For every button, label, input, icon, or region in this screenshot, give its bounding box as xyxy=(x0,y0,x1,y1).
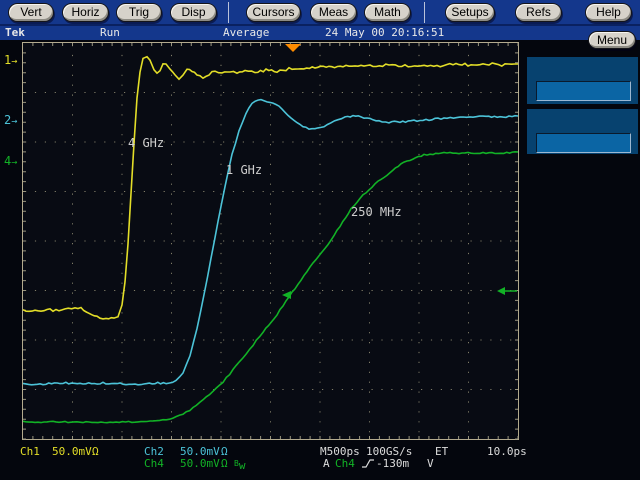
channel-ref-arrow-icon: → xyxy=(11,56,17,67)
trace-label-1ghz: 1 GHz xyxy=(226,164,262,177)
menu-button-meas[interactable]: Meas xyxy=(310,3,357,22)
trigger-source[interactable]: Ch4 xyxy=(335,458,355,469)
menu-button-trig[interactable]: Trig xyxy=(116,3,162,22)
trace-label-4ghz: 4 GHz xyxy=(128,137,164,150)
ch2-label[interactable]: Ch2 xyxy=(144,446,164,457)
acquisition-state: Run xyxy=(100,27,120,39)
horizontal-resolution: 10.0ps xyxy=(487,446,527,457)
menu-button-disp[interactable]: Disp xyxy=(170,3,217,22)
menu-button[interactable]: Menu xyxy=(588,31,636,49)
menu-group-divider xyxy=(228,2,229,23)
trigger-level-arrow[interactable] xyxy=(497,287,505,295)
sampling-mode: ET xyxy=(435,446,448,457)
menu-bar-divider xyxy=(0,24,640,26)
trigger-level-unit: V xyxy=(427,458,434,469)
trigger-point-marker xyxy=(282,291,291,299)
menu-group-divider xyxy=(424,2,425,23)
channel-2-ref-marker[interactable]: 2→ xyxy=(4,114,17,128)
ch1-scale: 50.0mV xyxy=(52,446,92,457)
menu-button-setups[interactable]: Setups xyxy=(445,3,495,22)
acquisition-mode: Average xyxy=(223,27,269,39)
ch1-label[interactable]: Ch1 xyxy=(20,446,40,457)
ch4-bandwidth-limit: Bw xyxy=(234,458,245,471)
softkey-field-2[interactable] xyxy=(536,133,631,153)
trace-ch1 xyxy=(23,57,518,319)
menu-button-math[interactable]: Math xyxy=(364,3,411,22)
graticule: 4 GHz 1 GHz 250 MHz xyxy=(22,42,519,440)
menu-button-vert[interactable]: Vert xyxy=(8,3,54,22)
datetime: 24 May 00 20:16:51 xyxy=(325,27,444,39)
menu-bar: Vert Horiz Trig Disp Cursors Meas Math S… xyxy=(0,0,640,40)
menu-button-refs[interactable]: Refs xyxy=(515,3,562,22)
channel-ref-arrow-icon: → xyxy=(11,157,17,168)
sample-rate: 100GS/s xyxy=(366,446,412,457)
trigger-position-marker[interactable] xyxy=(285,44,301,52)
tek-logo: Tek xyxy=(5,27,25,39)
channel-1-ref-marker[interactable]: 1→ xyxy=(4,54,17,68)
trigger-prefix: A xyxy=(323,458,330,469)
ch4-label[interactable]: Ch4 xyxy=(144,458,164,469)
menu-button-horiz[interactable]: Horiz xyxy=(62,3,109,22)
ch2-coupling: Ω xyxy=(221,446,228,457)
menu-button-cursors[interactable]: Cursors xyxy=(246,3,301,22)
ch1-coupling: Ω xyxy=(92,446,99,457)
menu-button-help[interactable]: Help xyxy=(585,3,632,22)
ch4-coupling: Ω xyxy=(221,458,228,469)
softkey-panel-1 xyxy=(527,57,638,104)
waveform-display xyxy=(23,43,518,439)
ch2-scale: 50.0mV xyxy=(180,446,220,457)
channel-ref-arrow-icon: → xyxy=(11,116,17,127)
channel-4-ref-marker[interactable]: 4→ xyxy=(4,155,17,169)
oscilloscope-screen: Vert Horiz Trig Disp Cursors Meas Math S… xyxy=(0,0,640,480)
softkey-panel-2 xyxy=(527,109,638,154)
rising-edge-icon xyxy=(362,458,374,469)
trace-label-250mhz: 250 MHz xyxy=(351,206,402,219)
ch4-scale: 50.0mV xyxy=(180,458,220,469)
trigger-level: -130m xyxy=(376,458,409,469)
timebase-main: M500ps xyxy=(320,446,360,457)
softkey-field-1[interactable] xyxy=(536,81,631,101)
